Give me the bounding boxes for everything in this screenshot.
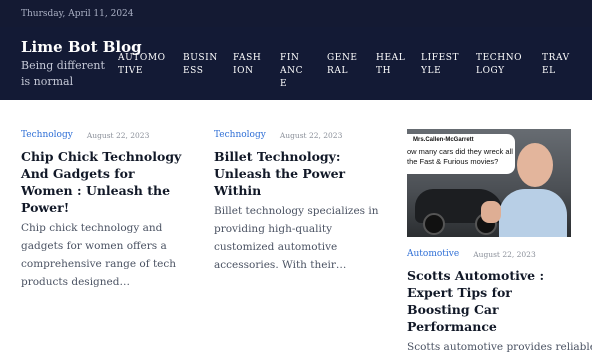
nav-item-business[interactable]: BUSINESS xyxy=(183,52,219,78)
nav-item-travel[interactable]: TRAVEL xyxy=(542,52,572,78)
post-title[interactable]: Billet Technology: Unleash the Power Wit… xyxy=(214,148,382,199)
post-date: August 22, 2023 xyxy=(86,130,150,140)
person-head xyxy=(517,143,553,187)
post-date: August 22, 2023 xyxy=(279,130,343,140)
post-category[interactable]: Technology xyxy=(21,130,73,140)
site-tagline: Being different is normal xyxy=(21,59,105,88)
nav-item-finance[interactable]: FINANCE xyxy=(280,52,304,91)
post-excerpt: Billet technology specializes in providi… xyxy=(214,205,379,271)
nav-item-fashion[interactable]: FASHION xyxy=(233,52,263,78)
current-date: Thursday, April 11, 2024 xyxy=(21,9,134,19)
nav-item-lifestyle[interactable]: LIFESTYLE xyxy=(421,52,461,78)
post-date: August 22, 2023 xyxy=(473,249,536,259)
post-category[interactable]: Technology xyxy=(214,130,266,140)
nav-item-automotive[interactable]: AUTOMOTIVE xyxy=(118,52,168,78)
nav-item-health[interactable]: HEALTH xyxy=(376,52,406,78)
caption-text: ow many cars did they wreck all the Fast… xyxy=(407,147,513,166)
caption-name: Mrs.Callen-McGarrett xyxy=(413,137,474,143)
car-wheel xyxy=(423,213,445,235)
post-title[interactable]: Scotts Automotive : Expert Tips for Boos… xyxy=(407,267,575,335)
post-thumbnail[interactable]: Mrs.Callen-McGarrett ow many cars did th… xyxy=(407,129,571,237)
person-hand xyxy=(481,201,501,223)
site-header: Lime Bot Blog Being different is normal … xyxy=(0,27,592,100)
person-body xyxy=(499,189,567,237)
post-excerpt: Scotts automotive provides reliable xyxy=(407,341,592,353)
nav-item-technology[interactable]: TECHNOLOGY xyxy=(476,52,528,78)
post-card: Technology August 22, 2023 Billet Techno… xyxy=(214,128,382,274)
top-bar: Thursday, April 11, 2024 xyxy=(0,0,592,27)
post-title[interactable]: Chip Chick Technology And Gadgets for Wo… xyxy=(21,148,189,216)
post-card: Technology August 22, 2023 Chip Chick Te… xyxy=(21,128,189,291)
caption-bubble: Mrs.Callen-McGarrett ow many cars did th… xyxy=(407,134,515,174)
nav-item-general[interactable]: GENERAL xyxy=(327,52,361,78)
post-card: Automotive August 22, 2023 Scotts Automo… xyxy=(407,247,592,356)
post-excerpt: Chip chick technology and gadgets for wo… xyxy=(21,222,177,288)
post-category[interactable]: Automotive xyxy=(407,249,459,259)
